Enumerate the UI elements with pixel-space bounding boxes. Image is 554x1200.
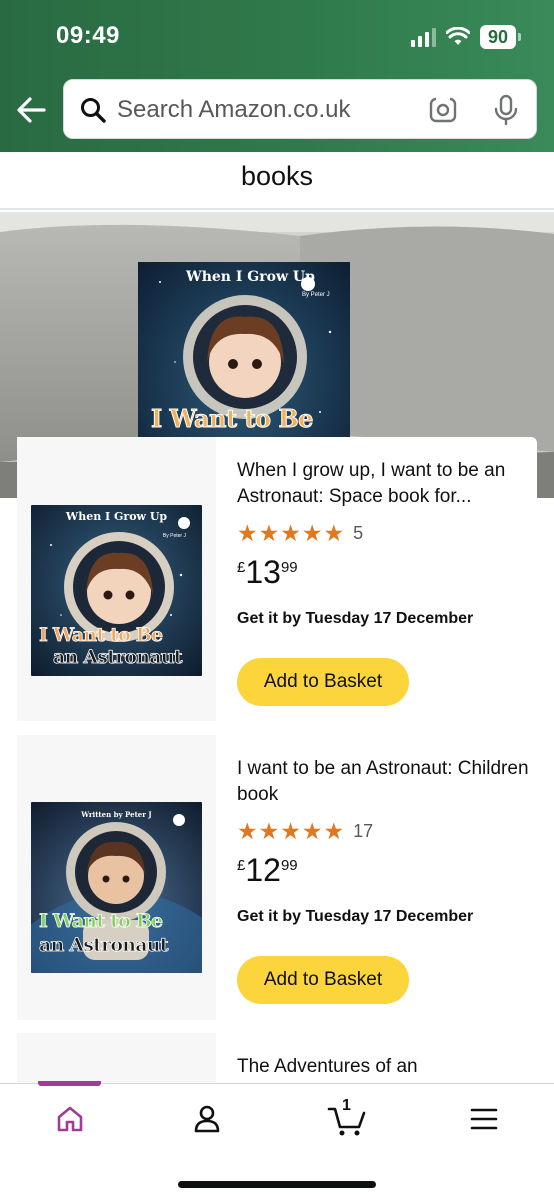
delivery-date: Get it by Tuesday 17 December — [237, 908, 474, 925]
menu-icon — [470, 1108, 498, 1130]
product-image-panel[interactable]: Written by Peter J I Want to Be an Astro… — [17, 735, 216, 1020]
product-title[interactable]: I want to be an Astronaut: Children book — [237, 756, 537, 808]
price: £ 13 99 — [237, 556, 537, 590]
nav-menu[interactable] — [462, 1099, 506, 1139]
home-indicator-bar — [178, 1181, 376, 1188]
add-to-basket-button[interactable]: Add to Basket — [237, 956, 409, 1004]
camera-scan-icon[interactable] — [429, 97, 457, 123]
product-card[interactable]: When I Grow Up By Peter J I Want to Be a… — [17, 437, 537, 721]
cart-count-badge: 1 — [342, 1097, 351, 1114]
result-header: books — [0, 152, 554, 210]
active-tab-indicator — [38, 1081, 101, 1086]
battery-indicator: 90 — [480, 25, 521, 49]
product-title[interactable]: When I grow up, I want to be an Astronau… — [237, 458, 537, 510]
price-symbol: £ — [237, 559, 246, 576]
add-to-basket-button[interactable]: Add to Basket — [237, 658, 409, 706]
cover-title-line1: I Want to Be — [39, 624, 164, 647]
home-icon — [57, 1106, 83, 1132]
price-whole: 13 — [245, 554, 281, 590]
microphone-icon[interactable] — [492, 94, 520, 126]
product-card[interactable]: Written by Peter J I Want to Be an Astro… — [17, 735, 537, 1020]
product-title[interactable]: The Adventures of an — [237, 1054, 537, 1080]
rating-row[interactable]: ★ ★ ★ ★ ★ 5 — [237, 520, 537, 546]
status-icons: 90 — [411, 24, 521, 50]
product-card[interactable]: The Adventures of an — [17, 1033, 537, 1083]
cover-title-line1: I Want to Be — [39, 910, 164, 933]
price: £ 12 99 — [237, 854, 537, 888]
product-info: When I grow up, I want to be an Astronau… — [237, 458, 537, 628]
status-time: 09:49 — [56, 22, 120, 49]
top-header: 09:49 90 — [0, 0, 554, 152]
wifi-icon — [446, 27, 470, 45]
back-arrow-icon[interactable] — [14, 92, 50, 128]
star-rating-icon: ★ ★ ★ ★ ★ — [237, 818, 345, 844]
rating-row[interactable]: ★ ★ ★ ★ ★ 17 — [237, 818, 537, 844]
product-cover-image[interactable]: When I Grow Up By Peter J I Want to Be a… — [31, 505, 202, 676]
product-info: I want to be an Astronaut: Children book… — [237, 756, 537, 926]
cover-top-text: Written by Peter J — [81, 810, 152, 819]
product-image-panel[interactable]: When I Grow Up By Peter J I Want to Be a… — [17, 437, 216, 721]
review-count: 5 — [353, 522, 364, 543]
cover-title-line2: an Astronaut — [53, 646, 183, 669]
bottom-navigation: 1 — [0, 1081, 554, 1200]
nav-home[interactable] — [48, 1099, 92, 1139]
nav-account[interactable] — [185, 1099, 229, 1139]
result-header-title: books — [240, 161, 314, 191]
cover-title-line2: an Astronaut — [39, 934, 169, 957]
price-whole: 12 — [245, 852, 281, 888]
cover-top-text: When I Grow Up — [65, 510, 168, 523]
price-symbol: £ — [237, 857, 246, 874]
delivery-date: Get it by Tuesday 17 December — [237, 610, 474, 627]
product-info: The Adventures of an — [237, 1054, 537, 1080]
review-count: 17 — [353, 820, 374, 841]
price-fraction: 99 — [280, 857, 298, 874]
nav-cart[interactable]: 1 — [325, 1097, 369, 1139]
cellular-signal-icon — [411, 27, 436, 47]
star-rating-icon: ★ ★ ★ ★ ★ — [237, 520, 345, 546]
hero-book-subtitle: I Want to Be — [151, 404, 314, 434]
hero-book-author: By Peter J — [302, 292, 330, 298]
divider — [0, 208, 554, 210]
search-input[interactable] — [117, 92, 417, 128]
product-cover-image[interactable]: Written by Peter J I Want to Be an Astro… — [31, 802, 202, 973]
cover-author: By Peter J — [162, 533, 186, 539]
account-icon — [194, 1105, 220, 1133]
product-image-panel[interactable] — [17, 1033, 216, 1083]
search-bar[interactable] — [63, 79, 537, 139]
price-fraction: 99 — [280, 559, 298, 576]
hero-book-title: When I Grow Up — [186, 269, 315, 285]
search-icon[interactable] — [80, 97, 106, 123]
